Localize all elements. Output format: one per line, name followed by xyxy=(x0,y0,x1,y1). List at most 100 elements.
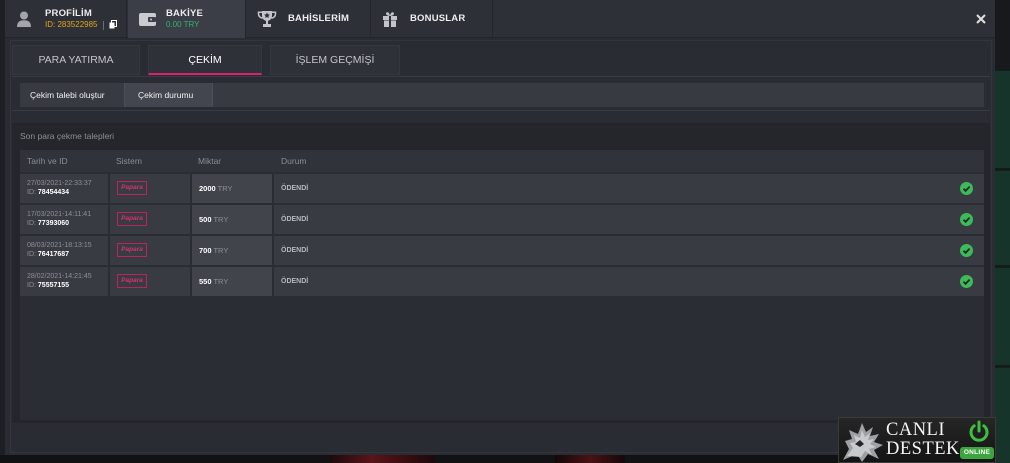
divider xyxy=(103,21,104,30)
date-id-cell: 08/03/2021-18:13:15 ID: 76417687 xyxy=(20,236,108,265)
side-link[interactable] xyxy=(995,170,1010,265)
divider xyxy=(12,76,990,77)
column-date-id: Tarih ve ID xyxy=(27,156,68,166)
row-amount: 2000 xyxy=(199,184,216,193)
date-id-cell: 27/03/2021-22:33:37 ID: 78454434 xyxy=(20,174,108,203)
support-title-line1: CANLI xyxy=(886,420,946,440)
tab-bonuses-label: BONUSLAR xyxy=(410,13,466,24)
system-cell: Papara xyxy=(110,174,190,203)
status-cell: ÖDENDİ xyxy=(274,174,984,203)
tab-bonuses[interactable]: BONUSLAR xyxy=(371,0,493,38)
user-icon xyxy=(17,11,31,27)
row-amount-wrap: 550 TRY xyxy=(199,267,228,296)
tab-balance[interactable]: BAKİYE 0.00 TRY xyxy=(128,0,246,38)
row-date: 08/03/2021-18:13:15 xyxy=(27,242,92,249)
row-id-number: 78454434 xyxy=(37,189,70,196)
side-link[interactable] xyxy=(995,70,1010,168)
close-icon[interactable] xyxy=(976,14,986,24)
recent-withdrawals-panel: Son para çekme talepleri Tarih ve ID Sis… xyxy=(12,123,990,423)
wolf-logo xyxy=(840,418,886,462)
tab-balance-label: BAKİYE xyxy=(166,8,204,19)
papara-logo: Papara xyxy=(117,243,147,257)
column-status: Durum xyxy=(281,156,307,166)
support-title-line2: DESTEK xyxy=(886,439,960,459)
amount-cell: 500 TRY xyxy=(192,205,272,234)
tab-profile[interactable]: PROFİLİM ID: 283522985 xyxy=(5,0,127,38)
row-currency: TRY xyxy=(213,215,229,224)
row-amount: 550 xyxy=(199,277,212,286)
row-amount-wrap: 700 TRY xyxy=(199,236,228,265)
check-circle-icon xyxy=(960,182,973,195)
amount-cell: 2000 TRY xyxy=(192,174,272,203)
row-id-label: ID: xyxy=(27,189,36,196)
status-label: ÖDENDİ xyxy=(281,278,309,285)
row-id: ID: 76417687 xyxy=(27,250,69,259)
check-circle-icon xyxy=(960,275,973,288)
trophy-icon xyxy=(257,10,277,28)
status-label: ÖDENDİ xyxy=(281,216,309,223)
check-circle-icon xyxy=(960,244,973,257)
page: PROFİLİM ID: 283522985 BAKİYE 0.00 TRY B… xyxy=(0,0,1010,463)
tab-bets[interactable]: BAHİSLERİM xyxy=(247,0,371,38)
panel-title: Son para çekme talepleri xyxy=(20,131,115,141)
table-row: 17/03/2021-14:11:41 ID: 77393060 Papara … xyxy=(20,205,984,234)
row-id-number: 77393060 xyxy=(37,220,70,227)
row-amount-wrap: 2000 TRY xyxy=(199,174,233,203)
balance-amount: 0.00 TRY xyxy=(166,20,200,29)
status-cell: ÖDENDİ xyxy=(274,267,984,296)
withdrawals-table: Tarih ve ID Sistem Miktar Durum 27/03/20… xyxy=(20,150,984,420)
row-id-label: ID: xyxy=(27,282,36,289)
row-amount: 500 xyxy=(199,215,212,224)
background-graphic xyxy=(330,455,435,463)
row-currency: TRY xyxy=(217,184,233,193)
row-currency: TRY xyxy=(213,277,229,286)
row-amount-wrap: 500 TRY xyxy=(199,205,228,234)
row-id: ID: 78454434 xyxy=(27,188,69,197)
tab-deposit[interactable]: PARA YATIRMA xyxy=(12,45,140,75)
amount-cell: 550 TRY xyxy=(192,267,272,296)
row-date: 28/02/2021-14:21:45 xyxy=(27,273,92,280)
status-cell: ÖDENDİ xyxy=(274,236,984,265)
system-cell: Papara xyxy=(110,205,190,234)
live-support-widget[interactable]: CANLI DESTEK ONLINE xyxy=(838,417,996,463)
status-label: ÖDENDİ xyxy=(281,185,309,192)
row-id-label: ID: xyxy=(27,220,36,227)
column-system: Sistem xyxy=(116,156,142,166)
online-badge: ONLINE xyxy=(960,447,994,459)
side-link[interactable] xyxy=(995,367,1010,463)
column-amount: Miktar xyxy=(198,156,222,166)
row-amount: 700 xyxy=(199,246,212,255)
papara-logo: Papara xyxy=(117,181,147,195)
row-id: ID: 75557155 xyxy=(27,281,69,290)
status-cell: ÖDENDİ xyxy=(274,205,984,234)
wallet-icon xyxy=(139,12,156,26)
row-id-number: 75557155 xyxy=(37,282,70,289)
tab-create-withdrawal[interactable]: Çekim talebi oluştur xyxy=(20,83,120,107)
papara-logo: Papara xyxy=(117,212,147,226)
withdraw-subnav: Çekim talebi oluştur Çekim durumu xyxy=(20,83,984,107)
tab-withdraw[interactable]: ÇEKİM xyxy=(148,45,262,75)
tab-transaction-history[interactable]: İŞLEM GEÇMİŞİ xyxy=(270,45,400,75)
copy-icon[interactable] xyxy=(109,20,117,29)
power-icon xyxy=(966,419,992,445)
row-date: 17/03/2021-14:11:41 xyxy=(27,211,92,218)
row-id: ID: 77393060 xyxy=(27,219,69,228)
row-date: 27/03/2021-22:33:37 xyxy=(27,180,92,187)
status-label: ÖDENDİ xyxy=(281,247,309,254)
row-id-label: ID: xyxy=(27,251,36,258)
table-row: 28/02/2021-14:21:45 ID: 75557155 Papara … xyxy=(20,267,984,296)
side-link[interactable] xyxy=(995,267,1010,365)
row-currency: TRY xyxy=(213,246,229,255)
date-id-cell: 28/02/2021-14:21:45 ID: 75557155 xyxy=(20,267,108,296)
tab-bets-label: BAHİSLERİM xyxy=(288,13,350,24)
tab-withdrawal-status[interactable]: Çekim durumu xyxy=(124,83,213,107)
gift-icon xyxy=(382,11,398,27)
row-id-number: 76417687 xyxy=(37,251,70,258)
system-cell: Papara xyxy=(110,236,190,265)
papara-logo: Papara xyxy=(117,274,147,288)
system-cell: Papara xyxy=(110,267,190,296)
divider xyxy=(12,110,990,111)
account-modal: PROFİLİM ID: 283522985 BAKİYE 0.00 TRY B… xyxy=(5,0,995,455)
table-row: 08/03/2021-18:13:15 ID: 76417687 Papara … xyxy=(20,236,984,265)
date-id-cell: 17/03/2021-14:11:41 ID: 77393060 xyxy=(20,205,108,234)
